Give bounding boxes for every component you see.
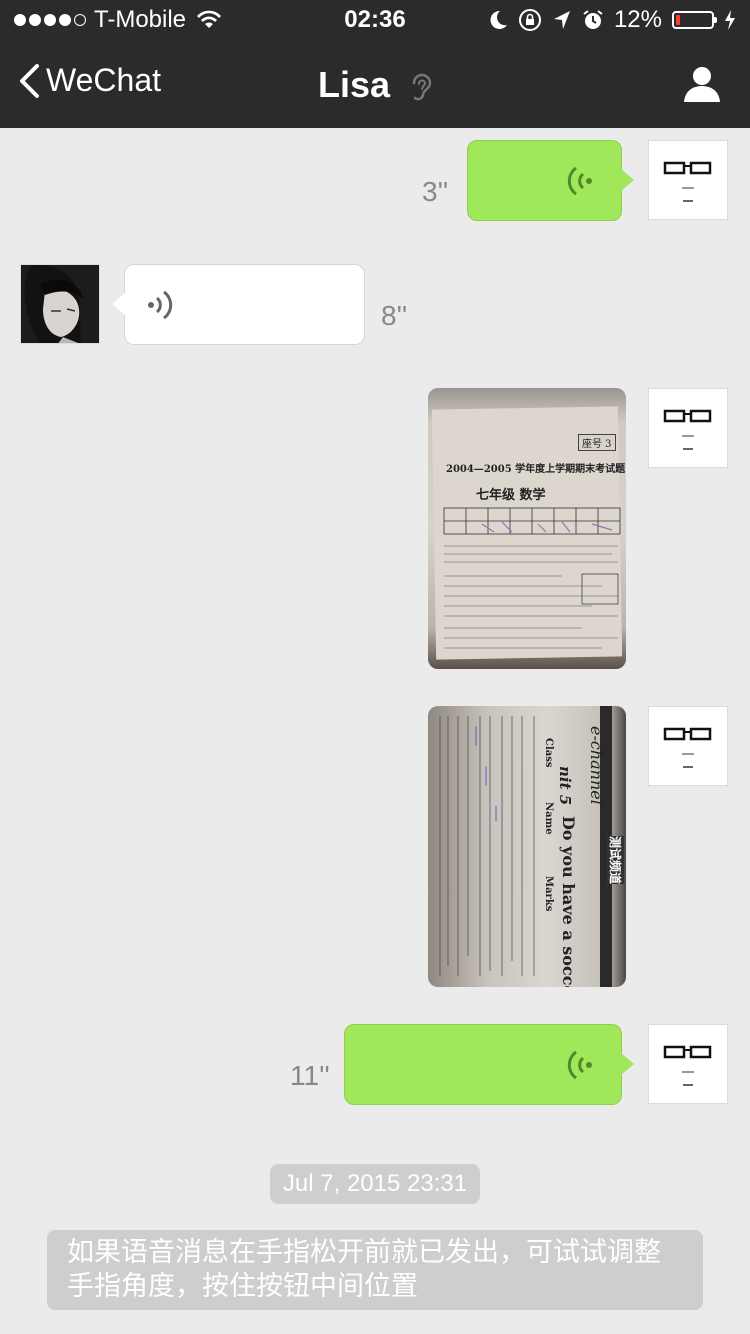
exam-header-text: 2004—2005 学年度上学期期末考试题: [446, 464, 626, 475]
navigation-bar: WeChat Lisa: [0, 40, 750, 128]
moon-icon: [490, 10, 507, 29]
image-message-exam[interactable]: 座号 3 2004—2005 学年度上学期期末考试题 七年级 数学: [428, 388, 626, 669]
avatar-face-icon: [663, 409, 712, 450]
my-avatar[interactable]: [648, 140, 728, 220]
image-message-worksheet[interactable]: Do you have a soccer ball? e-channel nit…: [428, 706, 626, 987]
top-bar: T-Mobile 02:36 12% WeChat Lisa: [0, 0, 750, 128]
contact-name: Lisa: [317, 64, 391, 105]
voice-message-bubble[interactable]: [344, 1024, 634, 1105]
avatar-face-icon: [663, 727, 712, 768]
my-avatar[interactable]: [648, 388, 728, 468]
voice-wave-icon: [567, 1050, 592, 1080]
voice-duration: 11'': [290, 1060, 330, 1091]
my-avatar[interactable]: [648, 1024, 728, 1104]
worksheet-unit: nit 5: [556, 766, 574, 806]
portrait-photo: [21, 265, 99, 343]
voice-wave-icon: [148, 290, 173, 320]
voice-wave-icon: [567, 166, 592, 196]
voice-message-bubble[interactable]: [467, 140, 634, 221]
worksheet-marks-label: Marks: [543, 876, 554, 912]
worksheet-banner: 测试频道: [607, 836, 624, 885]
battery-percent: 12%: [613, 6, 662, 33]
avatar-face-icon: [663, 1045, 712, 1086]
ear-icon: [412, 74, 432, 101]
exam-title-text: 七年级 数学: [476, 488, 546, 503]
worksheet-title: Do you have a soccer ball?: [559, 816, 578, 987]
seat-number-label: 座号 3: [578, 434, 616, 451]
alarm-icon: [583, 10, 603, 29]
voice-duration: 3'': [422, 176, 449, 207]
voice-message-bubble[interactable]: [112, 264, 365, 345]
charging-bolt-icon: [725, 10, 735, 30]
worksheet-name-label: Name: [543, 802, 554, 835]
person-icon[interactable]: [682, 64, 722, 104]
score-table: [443, 507, 621, 649]
voice-duration: 8'': [381, 300, 408, 331]
lisa-avatar[interactable]: [20, 264, 100, 344]
status-bar: T-Mobile 02:36 12%: [0, 0, 750, 40]
system-tip-message: 如果语音消息在手指松开前就已发出，可试试调整手指角度，按住按钮中间位置: [47, 1230, 703, 1310]
timestamp-badge: Jul 7, 2015 23:31: [270, 1164, 480, 1204]
battery-icon: [672, 11, 717, 29]
worksheet-brand: e-channel: [587, 726, 606, 805]
worksheet-class-label: Class: [543, 738, 554, 768]
avatar-face-icon: [663, 161, 712, 202]
chat-title: Lisa: [0, 64, 750, 106]
rotation-lock-icon: [518, 9, 541, 31]
my-avatar[interactable]: [648, 706, 728, 786]
location-arrow-icon: [553, 11, 570, 29]
